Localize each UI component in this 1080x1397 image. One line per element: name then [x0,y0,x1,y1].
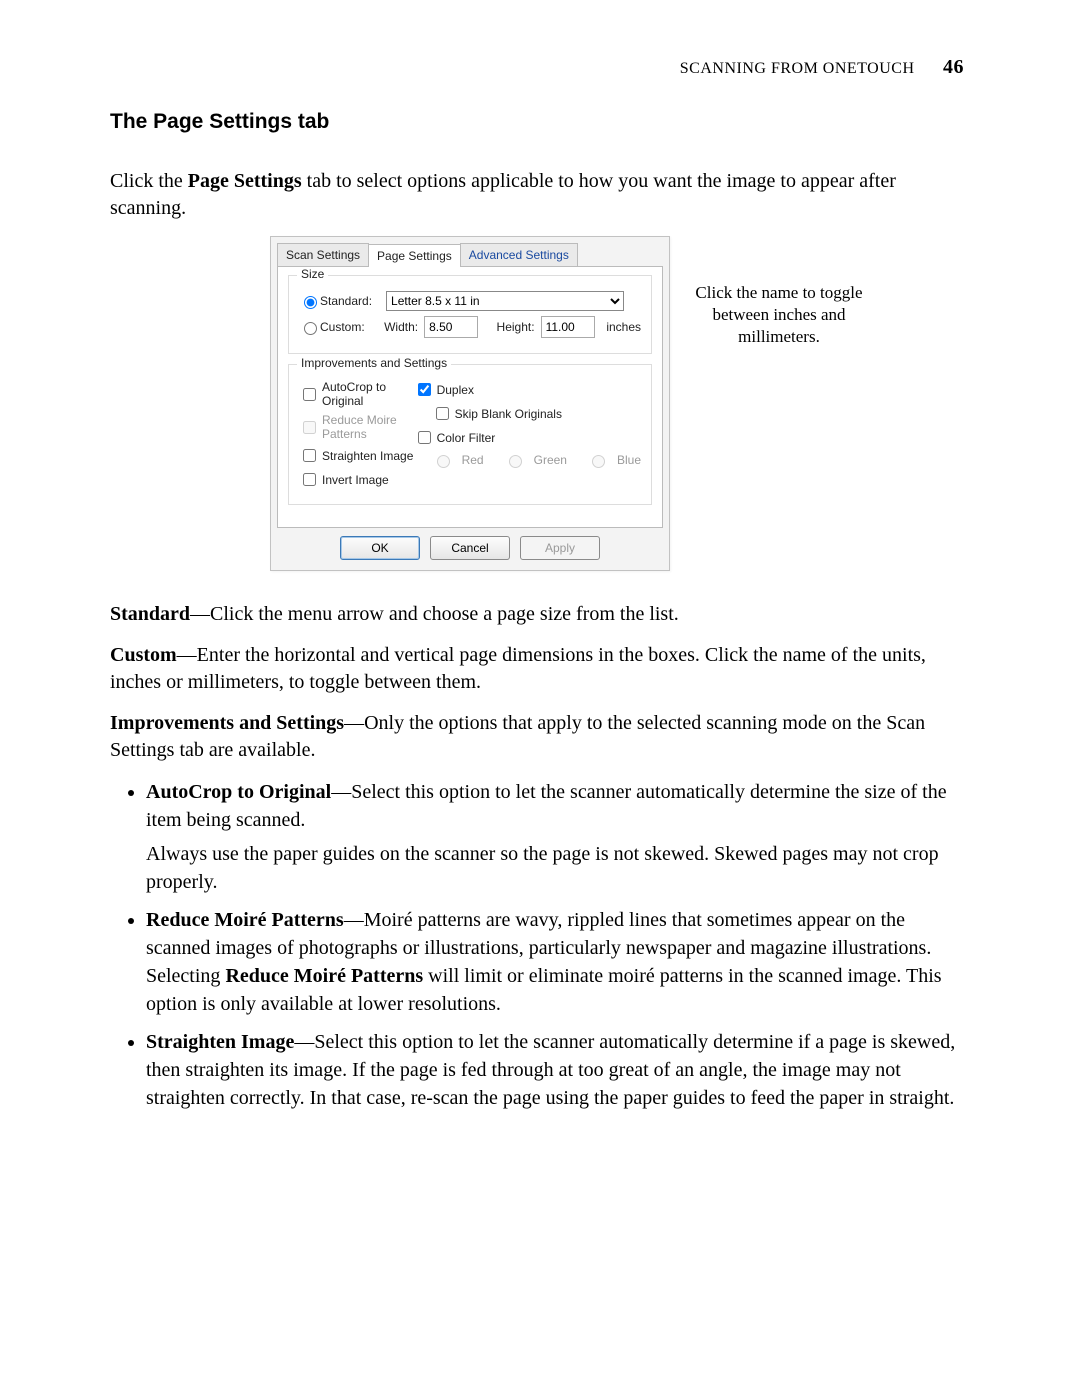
blue-label: Blue [617,453,641,467]
page-settings-dialog: Scan Settings Page Settings Advanced Set… [270,236,670,571]
autocrop-checkbox[interactable] [303,388,316,401]
improvements-paragraph: Improvements and Settings—Only the optio… [110,710,970,764]
dialog-buttons: OK Cancel Apply [271,528,669,570]
list-item-moire: Reduce Moiré Patterns—Moiré patterns are… [146,906,970,1018]
page: SCANNING FROM ONETOUCH 46 The Page Setti… [0,0,1080,1397]
dialog-body: Size Standard: Letter 8.5 x 11 in Custom… [277,266,663,528]
red-radio [437,455,450,468]
running-head-text: SCANNING FROM ONETOUCH [680,60,915,77]
duplex-checkbox[interactable] [418,383,431,396]
intro-paragraph: Click the Page Settings tab to select op… [110,168,970,222]
size-group-label: Size [297,267,328,281]
straighten-checkbox[interactable] [303,449,316,462]
straighten-label: Straighten Image [322,449,413,463]
invert-label: Invert Image [322,473,389,487]
cancel-button[interactable]: Cancel [430,536,510,560]
moire-bold: Reduce Moiré Patterns [146,909,344,931]
width-input[interactable] [424,316,478,338]
size-group: Size Standard: Letter 8.5 x 11 in Custom… [288,275,652,354]
tab-page-settings[interactable]: Page Settings [368,244,461,267]
custom-paragraph: Custom—Enter the horizontal and vertical… [110,642,970,696]
color-filter-label: Color Filter [437,431,496,445]
width-label: Width: [384,320,418,334]
options-list: AutoCrop to Original—Select this option … [110,778,970,1112]
height-label: Height: [497,320,535,334]
standard-bold: Standard [110,603,190,625]
autocrop-label: AutoCrop to Original [322,380,414,408]
invert-checkbox[interactable] [303,473,316,486]
units-toggle[interactable]: inches [606,320,641,334]
autocrop-note: Always use the paper guides on the scann… [146,840,970,896]
custom-text: —Enter the horizontal and vertical page … [110,644,926,693]
page-number: 46 [943,56,964,78]
improvements-group: Improvements and Settings AutoCrop to Or… [288,364,652,505]
tab-scan-settings[interactable]: Scan Settings [277,243,369,266]
improvements-bold: Improvements and Settings [110,712,344,734]
standard-radio[interactable] [304,296,317,309]
blue-radio [592,455,605,468]
custom-row: Custom: Width: Height: inches [299,316,641,338]
improvements-group-label: Improvements and Settings [297,356,451,370]
height-input[interactable] [541,316,595,338]
standard-label: Standard: [320,294,372,308]
dialog-tabs: Scan Settings Page Settings Advanced Set… [271,237,669,266]
standard-size-select[interactable]: Letter 8.5 x 11 in [386,291,624,311]
skip-blank-label: Skip Blank Originals [455,407,562,421]
custom-label: Custom: [320,320,365,334]
standard-paragraph: Standard—Click the menu arrow and choose… [110,601,970,628]
section-title: The Page Settings tab [110,110,970,134]
red-label: Red [462,453,484,467]
tab-advanced-settings[interactable]: Advanced Settings [460,243,578,266]
green-label: Green [534,453,567,467]
figure-row: Scan Settings Page Settings Advanced Set… [270,236,970,571]
list-item-straighten: Straighten Image—Select this option to l… [146,1028,970,1112]
color-filter-checkbox[interactable] [418,431,431,444]
list-item-autocrop: AutoCrop to Original—Select this option … [146,778,970,896]
intro-bold: Page Settings [188,170,302,192]
reduce-moire-checkbox [303,421,316,434]
duplex-label: Duplex [437,383,474,397]
intro-text-a: Click the [110,170,188,192]
ok-button[interactable]: OK [340,536,420,560]
autocrop-bold: AutoCrop to Original [146,781,331,803]
units-annotation: Click the name to toggle between inches … [684,282,874,348]
custom-radio[interactable] [304,322,317,335]
running-head: SCANNING FROM ONETOUCH 46 [680,56,964,79]
straighten-bold: Straighten Image [146,1031,294,1053]
standard-row: Standard: Letter 8.5 x 11 in [299,291,641,311]
apply-button: Apply [520,536,600,560]
green-radio [509,455,522,468]
reduce-moire-label: Reduce Moire Patterns [322,413,414,441]
standard-text: —Click the menu arrow and choose a page … [190,603,679,625]
skip-blank-checkbox[interactable] [436,407,449,420]
moire-inline-bold: Reduce Moiré Patterns [225,965,423,987]
custom-bold: Custom [110,644,177,666]
